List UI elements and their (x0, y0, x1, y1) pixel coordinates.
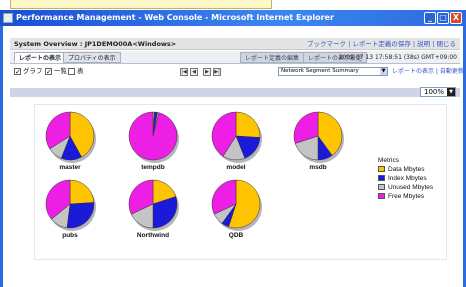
legend: Metrics Data Mbytes Index Mbytes Unused … (378, 156, 448, 201)
pie-slice-pubs-0 (69, 179, 95, 205)
pie-label: model (226, 164, 245, 171)
legend-title: Metrics (378, 157, 399, 164)
legend-item-unused: Unused Mbytes (378, 183, 448, 192)
pie-label: tempdb (141, 164, 165, 171)
legend-swatch-unused (378, 184, 385, 190)
legend-swatch-data (378, 166, 385, 172)
pie-label: pubs (62, 232, 78, 239)
pie-label: QDB (229, 232, 244, 239)
legend-label: Data Mbytes (388, 166, 425, 173)
pie-label: master (59, 164, 81, 171)
legend-swatch-index (378, 175, 385, 181)
pie-label: Northwind (137, 232, 169, 239)
pie-slice-tempdb-3 (128, 111, 178, 161)
pie-label: msdb (309, 164, 326, 171)
pie-slice-model-0 (235, 111, 261, 138)
legend-label: Unused Mbytes (388, 184, 434, 191)
pie-charts: master tempdb model msdb pubs Northwind QDB (45, 111, 344, 239)
legend-label: Index Mbytes (388, 175, 427, 182)
pie-slice-pubs-1 (66, 202, 95, 229)
legend-item-free: Free Mbytes (378, 192, 448, 201)
legend-swatch-free (378, 193, 385, 199)
legend-item-data: Data Mbytes (378, 165, 448, 174)
legend-label: Free Mbytes (388, 193, 425, 200)
legend-item-index: Index Mbytes (378, 174, 448, 183)
